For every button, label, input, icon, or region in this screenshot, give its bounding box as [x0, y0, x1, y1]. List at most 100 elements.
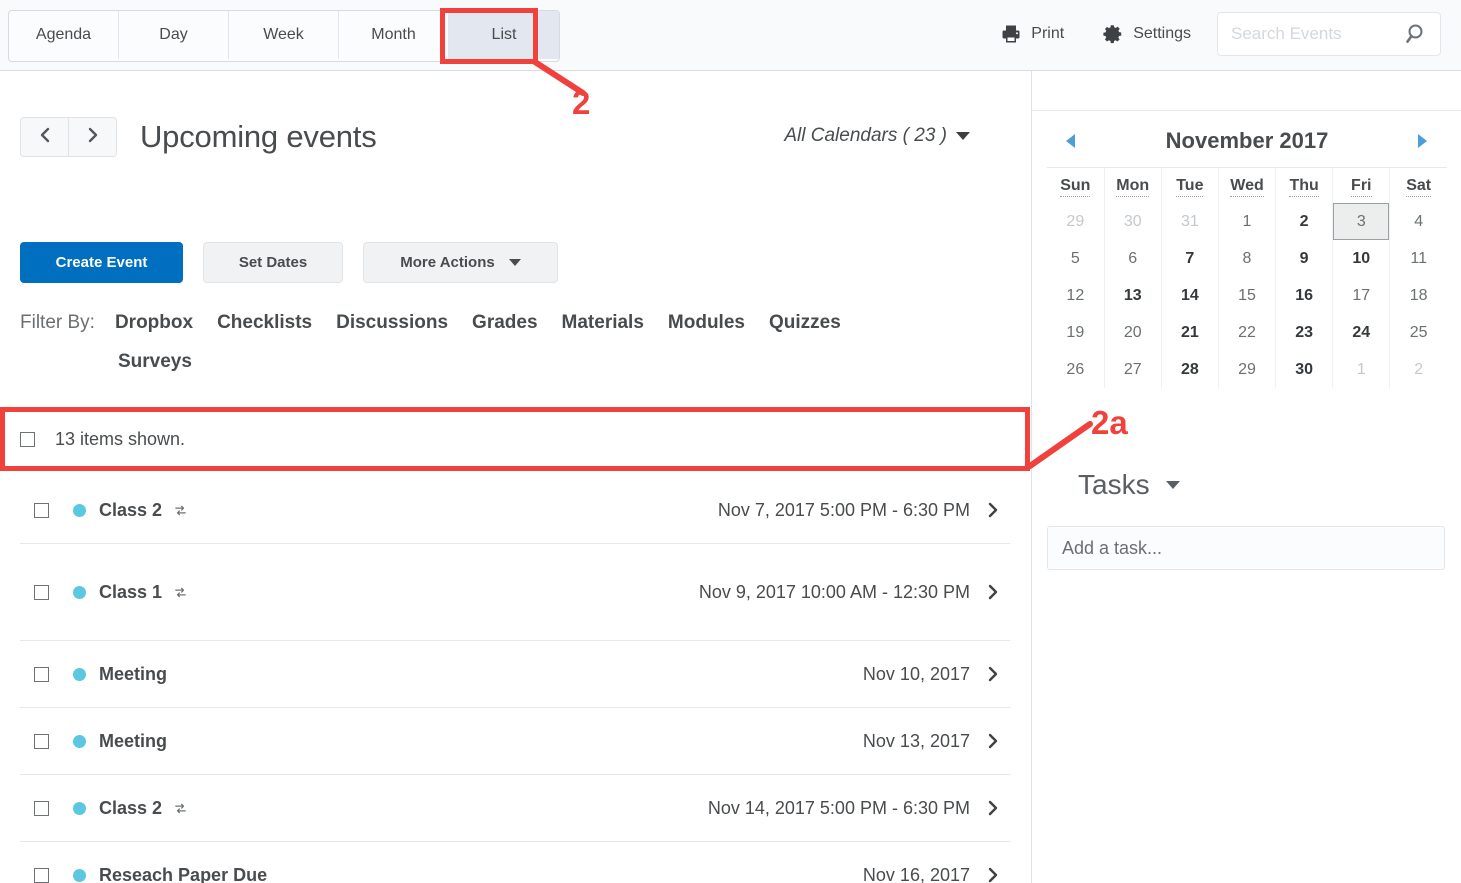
- tab-agenda[interactable]: Agenda: [9, 11, 119, 59]
- mini-calendar-day-cell[interactable]: 29: [1047, 203, 1104, 240]
- event-color-dot: [73, 668, 86, 681]
- all-calendars-dropdown[interactable]: All Calendars ( 23 ): [784, 125, 970, 147]
- table-row[interactable]: Class 2 Nov 7, 2017 5:00 PM - 6:30 PM: [20, 477, 1010, 544]
- mini-calendar-day-cell[interactable]: 30: [1104, 203, 1161, 240]
- mini-calendar-day-cell[interactable]: 2: [1276, 203, 1333, 240]
- mini-calendar-day-cell[interactable]: 10: [1333, 240, 1390, 277]
- tab-week[interactable]: Week: [229, 11, 339, 59]
- mini-calendar-day-cell[interactable]: 8: [1218, 240, 1275, 277]
- event-title[interactable]: Class 1: [99, 582, 162, 603]
- select-all-checkbox[interactable]: [20, 432, 35, 447]
- search-icon[interactable]: [1404, 21, 1430, 47]
- recurring-icon: [173, 503, 188, 518]
- table-row[interactable]: Reseach Paper Due Nov 16, 2017: [20, 842, 1010, 883]
- print-button[interactable]: Print: [988, 17, 1076, 51]
- filter-item-materials[interactable]: Materials: [562, 303, 644, 342]
- mini-calendar-day-cell[interactable]: 11: [1390, 240, 1447, 277]
- event-color-dot: [73, 802, 86, 815]
- period-nav-buttons: [20, 117, 117, 157]
- tab-month[interactable]: Month: [339, 11, 449, 59]
- mini-calendar-day-cell[interactable]: 23: [1276, 314, 1333, 351]
- mini-calendar-day-cell[interactable]: 5: [1047, 240, 1104, 277]
- filter-item-quizzes[interactable]: Quizzes: [769, 303, 841, 342]
- event-title[interactable]: Meeting: [99, 731, 167, 752]
- mini-calendar-day-cell[interactable]: 14: [1161, 277, 1218, 314]
- event-checkbox[interactable]: [34, 734, 49, 749]
- mini-calendar-day-cell[interactable]: 9: [1276, 240, 1333, 277]
- right-sidebar: November 2017 Sun Mon Tue Wed Thu Fri Sa…: [1031, 71, 1461, 883]
- mini-calendar-prev-button[interactable]: [1057, 128, 1083, 154]
- event-title[interactable]: Meeting: [99, 664, 167, 685]
- event-checkbox[interactable]: [34, 585, 49, 600]
- mini-calendar-day-cell[interactable]: 24: [1333, 314, 1390, 351]
- settings-label: Settings: [1133, 25, 1191, 43]
- event-checkbox[interactable]: [34, 503, 49, 518]
- mini-calendar-day-cell[interactable]: 27: [1104, 351, 1161, 388]
- filter-item-modules[interactable]: Modules: [668, 303, 745, 342]
- mini-calendar-day-cell[interactable]: 29: [1218, 351, 1275, 388]
- chevron-right-icon[interactable]: [986, 582, 1000, 602]
- mini-calendar-day-cell[interactable]: 16: [1276, 277, 1333, 314]
- event-checkbox[interactable]: [34, 801, 49, 816]
- tab-list[interactable]: List: [449, 11, 559, 59]
- mini-calendar-day-cell[interactable]: 30: [1276, 351, 1333, 388]
- table-row[interactable]: Meeting Nov 13, 2017: [20, 708, 1010, 775]
- mini-calendar-grid: Sun Mon Tue Wed Thu Fri Sat 293031123456…: [1047, 167, 1447, 388]
- mini-calendar-day-cell[interactable]: 28: [1161, 351, 1218, 388]
- filter-item-discussions[interactable]: Discussions: [336, 303, 448, 342]
- event-checkbox[interactable]: [34, 868, 49, 883]
- event-title[interactable]: Reseach Paper Due: [99, 865, 267, 883]
- tab-week-label: Week: [263, 26, 304, 44]
- filter-item-checklists[interactable]: Checklists: [217, 303, 312, 342]
- mini-calendar-day-cell[interactable]: 13: [1104, 277, 1161, 314]
- filter-item-grades[interactable]: Grades: [472, 303, 537, 342]
- event-row-left: Class 2: [20, 477, 718, 543]
- mini-calendar-day-cell[interactable]: 17: [1333, 277, 1390, 314]
- event-color-dot: [73, 869, 86, 882]
- mini-calendar-day-cell[interactable]: 1: [1333, 351, 1390, 388]
- tasks-section-header[interactable]: Tasks: [1078, 469, 1180, 501]
- mini-calendar-day-cell[interactable]: 2: [1390, 351, 1447, 388]
- mini-calendar-day-cell[interactable]: 31: [1161, 203, 1218, 240]
- settings-button[interactable]: Settings: [1090, 17, 1203, 51]
- event-row-left: Meeting: [20, 708, 863, 774]
- mini-calendar-day-cell[interactable]: 22: [1218, 314, 1275, 351]
- chevron-right-icon[interactable]: [986, 500, 1000, 520]
- mini-calendar-day-cell[interactable]: 3: [1333, 203, 1390, 240]
- chevron-right-icon[interactable]: [986, 865, 1000, 883]
- event-title[interactable]: Class 2: [99, 798, 162, 819]
- table-row[interactable]: Class 2 Nov 14, 2017 5:00 PM - 6:30 PM: [20, 775, 1010, 842]
- toolbar-actions: Print Settings: [988, 8, 1441, 60]
- mini-calendar-day-cell[interactable]: 19: [1047, 314, 1104, 351]
- table-row[interactable]: Meeting Nov 10, 2017: [20, 641, 1010, 708]
- mini-calendar-day-cell[interactable]: 6: [1104, 240, 1161, 277]
- create-event-button[interactable]: Create Event: [20, 242, 183, 283]
- mini-calendar-day-cell[interactable]: 25: [1390, 314, 1447, 351]
- mini-calendar-day-cell[interactable]: 21: [1161, 314, 1218, 351]
- mini-calendar-day-cell[interactable]: 4: [1390, 203, 1447, 240]
- mini-calendar-day-cell[interactable]: 12: [1047, 277, 1104, 314]
- next-period-button[interactable]: [69, 118, 116, 156]
- mini-calendar-day-cell[interactable]: 7: [1161, 240, 1218, 277]
- mini-calendar-day-cell[interactable]: 26: [1047, 351, 1104, 388]
- chevron-right-icon[interactable]: [986, 798, 1000, 818]
- table-row[interactable]: Class 1 Nov 9, 2017 10:00 AM - 12:30 PM: [20, 544, 1010, 641]
- chevron-right-icon[interactable]: [986, 664, 1000, 684]
- event-title[interactable]: Class 2: [99, 500, 162, 521]
- chevron-right-icon[interactable]: [986, 731, 1000, 751]
- add-task-input[interactable]: [1048, 527, 1444, 569]
- filter-item-dropbox[interactable]: Dropbox: [115, 303, 193, 342]
- mini-calendar-day-cell[interactable]: 15: [1218, 277, 1275, 314]
- more-actions-button[interactable]: More Actions: [363, 242, 558, 283]
- mini-calendar-day-cell[interactable]: 20: [1104, 314, 1161, 351]
- set-dates-button[interactable]: Set Dates: [203, 242, 343, 283]
- event-date: Nov 16, 2017: [863, 860, 970, 883]
- weekday-header-mon: Mon: [1104, 168, 1161, 204]
- mini-calendar-day-cell[interactable]: 18: [1390, 277, 1447, 314]
- mini-calendar-day-cell[interactable]: 1: [1218, 203, 1275, 240]
- previous-period-button[interactable]: [21, 118, 69, 156]
- filter-item-surveys[interactable]: Surveys: [118, 342, 192, 381]
- tab-day[interactable]: Day: [119, 11, 229, 59]
- mini-calendar-next-button[interactable]: [1409, 128, 1435, 154]
- event-checkbox[interactable]: [34, 667, 49, 682]
